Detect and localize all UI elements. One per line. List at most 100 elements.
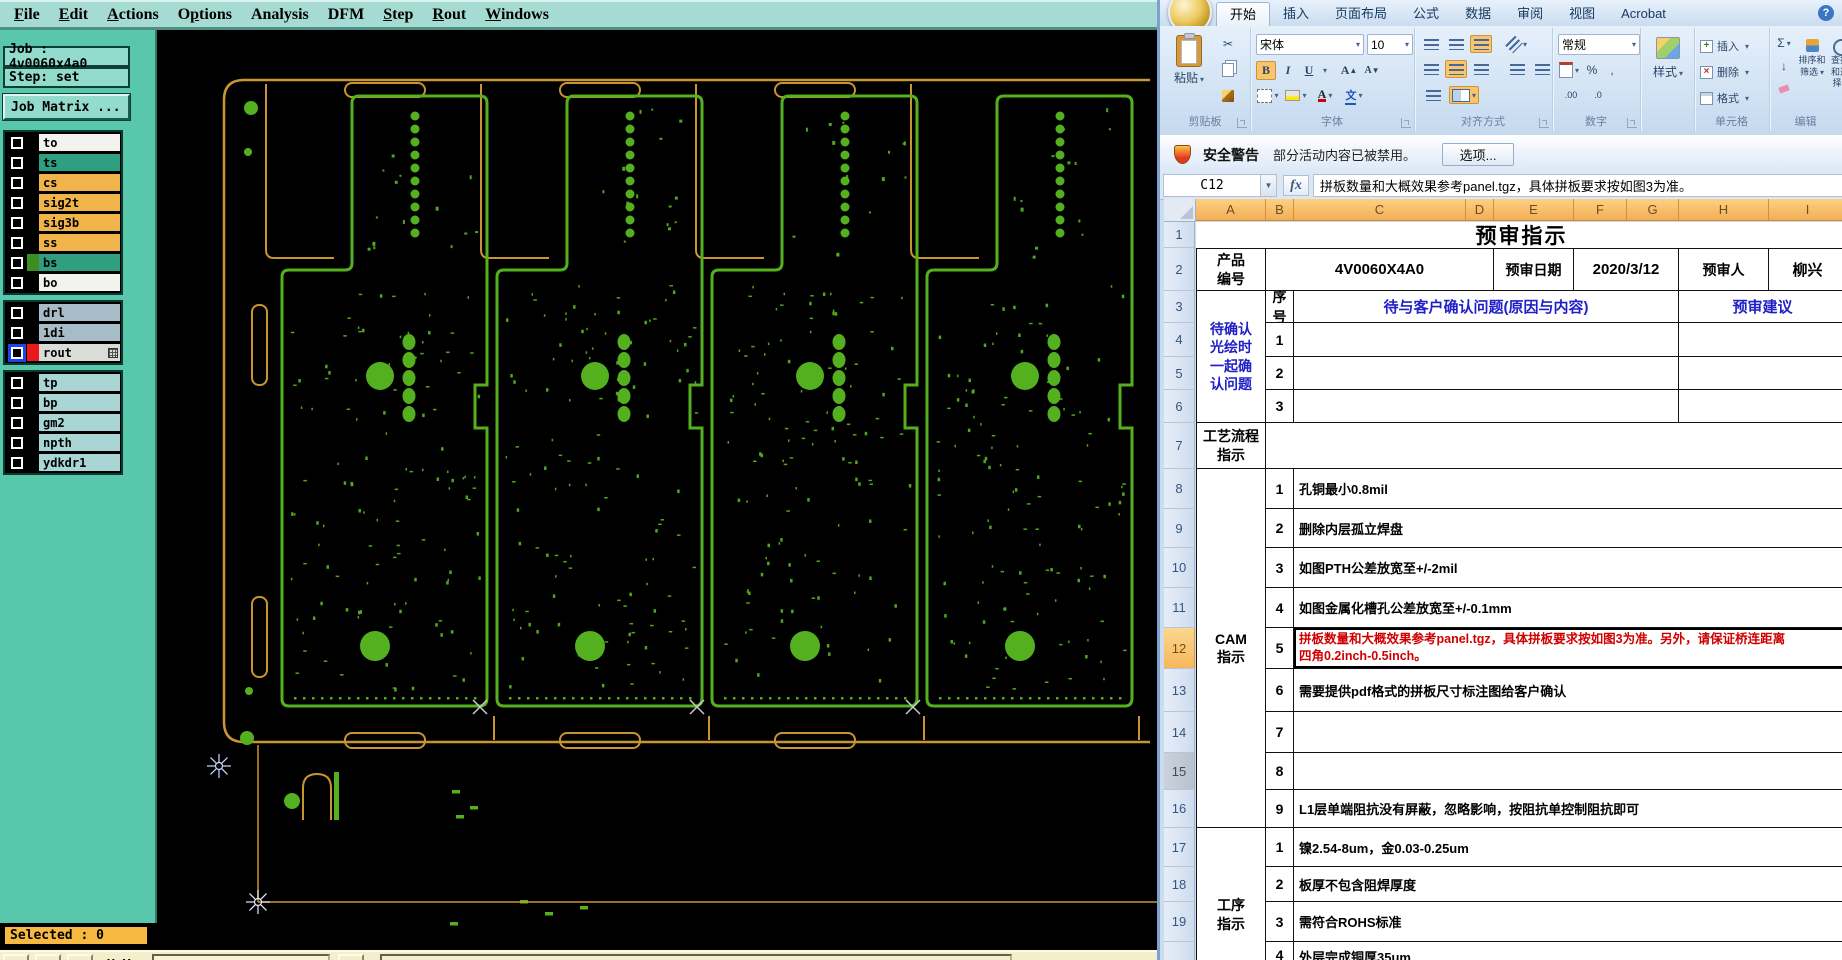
column-header-G[interactable]: G [1627, 199, 1679, 221]
confirm-row-content[interactable] [1294, 357, 1679, 390]
layer-name[interactable]: bs [39, 254, 120, 271]
cam-section-label-cell[interactable]: CAM 指示 [1196, 469, 1266, 828]
layer-color-swatch[interactable] [27, 324, 39, 341]
column-header-D[interactable]: D [1466, 199, 1494, 221]
process-row-content[interactable]: 需符合ROHS标准 [1294, 902, 1842, 942]
layer-name[interactable]: to [39, 134, 120, 151]
dialog-launcher-icon[interactable] [1539, 118, 1549, 128]
name-box[interactable]: C12 [1163, 174, 1261, 197]
layer-checkbox[interactable] [11, 376, 23, 389]
advice-header-cell[interactable]: 预审建议 [1679, 291, 1842, 323]
cam-row-content[interactable]: 需要提供pdf格式的拼板尺寸标注图给客户确认 [1294, 669, 1842, 712]
cam-row-content[interactable] [1294, 712, 1842, 753]
layer-row-bo[interactable]: bo [6, 273, 120, 292]
cam-row-number[interactable]: 3 [1266, 548, 1294, 588]
process-flow-label-cell[interactable]: 工艺流程 指示 [1196, 423, 1266, 469]
layer-checkbox[interactable] [11, 346, 23, 359]
process-section-label-cell[interactable]: 工序 指示 [1196, 828, 1266, 960]
layer-name[interactable]: tp [39, 374, 120, 391]
cam-row-content[interactable]: 孔铜最小0.8mil [1294, 469, 1842, 509]
row-header-15[interactable]: 15 [1164, 753, 1195, 790]
row-header-3[interactable]: 3 [1164, 291, 1195, 323]
insert-function-button[interactable]: fx [1283, 175, 1309, 196]
row-header-17[interactable]: 17 [1164, 828, 1195, 867]
process-row-content[interactable]: 板厚不包含阻焊厚度 [1294, 867, 1842, 902]
dialog-launcher-icon[interactable] [1237, 118, 1247, 128]
menu-file[interactable]: File [14, 6, 40, 24]
layer-checkbox[interactable] [11, 396, 23, 409]
layer-color-swatch[interactable] [27, 134, 39, 151]
layer-row-npth[interactable]: npth [6, 433, 120, 452]
formula-input[interactable]: 拼板数量和大概效果参考panel.tgz，具体拼板要求按如图3为准。 [1313, 174, 1842, 197]
ribbon-tab-数据[interactable]: 数据 [1452, 2, 1504, 26]
layer-row-ts[interactable]: ts [6, 153, 120, 172]
row-header-19[interactable]: 19 [1164, 902, 1195, 942]
draw-mode-button[interactable]: ✎ [35, 954, 61, 960]
layer-color-swatch[interactable] [27, 414, 39, 431]
align-center-button[interactable] [1445, 60, 1467, 78]
layer-name[interactable]: 1di [39, 324, 120, 341]
job-matrix-button[interactable]: Job Matrix ... [2, 93, 131, 121]
confirm-row-number[interactable]: 1 [1266, 323, 1294, 357]
underline-button[interactable]: U [1300, 61, 1318, 80]
dialog-launcher-icon[interactable] [1401, 118, 1411, 128]
security-options-button[interactable]: 选项... [1442, 143, 1515, 166]
layer-row-tp[interactable]: tp [6, 373, 120, 392]
process-flow-content[interactable] [1266, 423, 1842, 469]
align-middle-button[interactable] [1445, 35, 1467, 53]
layer-checkbox[interactable] [11, 306, 23, 319]
column-header-H[interactable]: H [1679, 199, 1769, 221]
increase-decimal-button[interactable]: .00 [1558, 86, 1584, 104]
layer-checkbox[interactable] [11, 256, 23, 269]
cam-row-number[interactable]: 6 [1266, 669, 1294, 712]
accounting-format-button[interactable]: ▾ [1558, 61, 1580, 79]
layer-name[interactable]: drl [39, 304, 120, 321]
layer-name[interactable]: ts [39, 154, 120, 171]
layer-checkbox[interactable] [11, 156, 23, 169]
insert-cells-button[interactable]: + 插入 ▾ [1700, 38, 1749, 54]
column-header-F[interactable]: F [1574, 199, 1627, 221]
clear-button[interactable] [1773, 80, 1795, 98]
cut-button[interactable]: ✂ [1216, 34, 1240, 54]
row-header-7[interactable]: 7 [1164, 423, 1195, 469]
cam-row-content[interactable]: 如图PTH公差放宽至+/-2mil [1294, 548, 1842, 588]
grow-font-button[interactable]: A ▲ [1339, 61, 1359, 80]
decrease-decimal-button[interactable]: .0 [1587, 86, 1609, 104]
layer-color-swatch[interactable] [27, 194, 39, 211]
confirm-row-number[interactable]: 2 [1266, 357, 1294, 390]
select-mode-button[interactable]: ↖ [3, 954, 29, 960]
row-header-8[interactable]: 8 [1164, 469, 1195, 509]
align-right-button[interactable] [1470, 60, 1492, 78]
copy-button[interactable] [1216, 60, 1240, 80]
layer-name[interactable]: rout [39, 344, 120, 361]
layer-color-swatch[interactable] [27, 304, 39, 321]
cam-row-content[interactable]: L1层单端阻抗没有屏蔽，忽略影响，按阻抗单控制阻抗即可 [1294, 790, 1842, 828]
borders-button[interactable]: ▾ [1256, 86, 1280, 105]
confirm-row-number[interactable]: 3 [1266, 390, 1294, 423]
font-color-button[interactable]: A ▾ [1312, 86, 1338, 105]
cam-row-number[interactable]: 2 [1266, 509, 1294, 548]
layer-name[interactable]: bp [39, 394, 120, 411]
process-row-content[interactable]: 外层完成铜厚35um [1294, 942, 1842, 960]
layer-row-sig3b[interactable]: sig3b [6, 213, 120, 232]
phonetic-button[interactable]: 文 ▾ [1341, 86, 1367, 105]
layer-row-bs[interactable]: bs [6, 253, 120, 272]
alert-button[interactable]: ! [338, 954, 365, 960]
review-date-label-cell[interactable]: 预审日期 [1494, 248, 1574, 291]
layer-color-swatch[interactable] [27, 454, 39, 471]
align-top-button[interactable] [1420, 35, 1442, 53]
confirm-row-advice[interactable] [1679, 323, 1842, 357]
format-cells-button[interactable]: 格式 ▾ [1700, 90, 1749, 106]
layer-row-ydkdr1[interactable]: ydkdr1 [6, 453, 120, 472]
layer-color-swatch[interactable] [27, 374, 39, 391]
select-all-corner[interactable] [1164, 199, 1196, 222]
row-header-1[interactable]: 1 [1164, 222, 1195, 248]
layer-name[interactable]: ydkdr1 [39, 454, 120, 471]
name-box-dropdown[interactable]: ▼ [1261, 174, 1277, 197]
font-name-select[interactable]: 宋体 ▾ [1256, 34, 1364, 55]
row-header-10[interactable]: 10 [1164, 548, 1195, 588]
cam-row-number[interactable]: 9 [1266, 790, 1294, 828]
cam-row-content[interactable]: 删除内层孤立焊盘 [1294, 509, 1842, 548]
row-header-12[interactable]: 12 [1164, 628, 1195, 669]
cam-row-number[interactable]: 5 [1266, 628, 1294, 669]
